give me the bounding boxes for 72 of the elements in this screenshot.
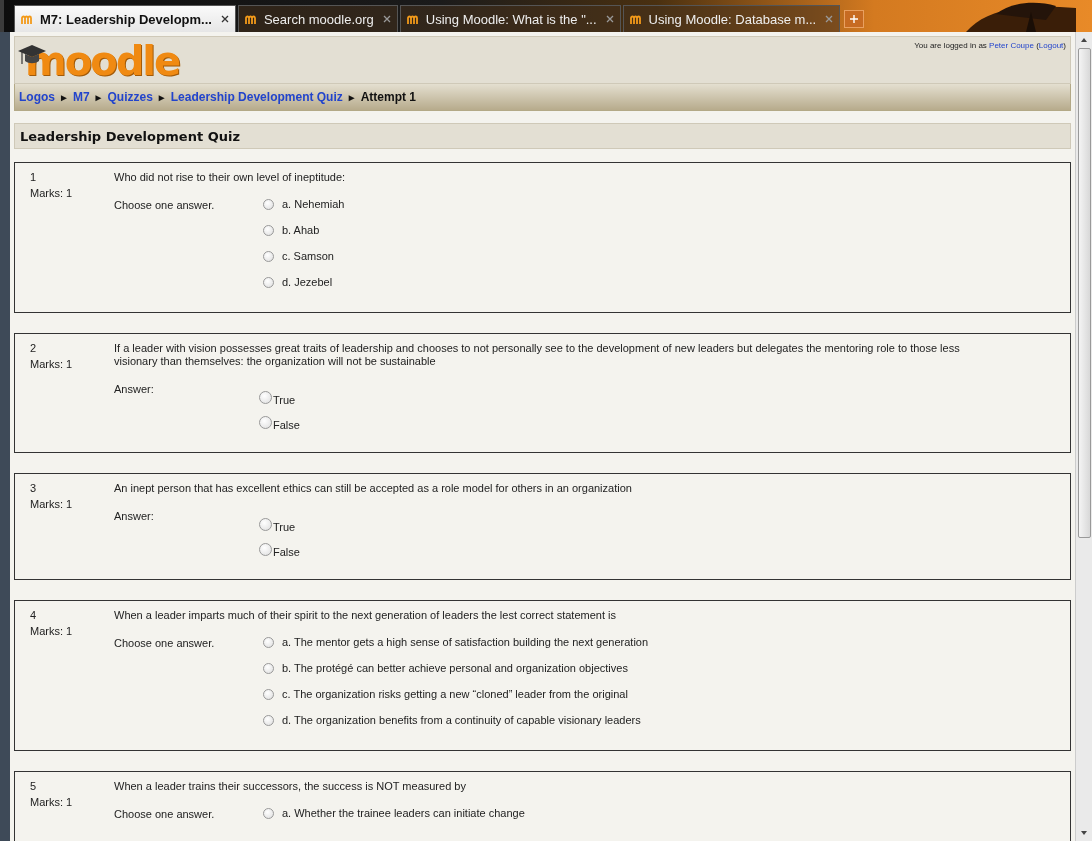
question-text: When a leader trains their successors, the success is NOT measured by (114, 780, 467, 793)
radio-button[interactable] (263, 276, 274, 288)
question-number: 2 (30, 342, 38, 354)
question-marks: Marks: 1 (30, 187, 74, 199)
answer-option[interactable]: b. Ahab (259, 222, 345, 238)
scroll-thumb[interactable] (1077, 48, 1091, 538)
answer-option[interactable]: True (259, 516, 300, 532)
breadcrumb-current: Attempt 1 (360, 90, 417, 104)
question-marks: Marks: 1 (30, 358, 74, 370)
favicon-icon (21, 13, 35, 25)
question-text: Who did not rise to their own level of ineptitude: (114, 171, 347, 184)
radio-button[interactable] (263, 688, 274, 700)
quiz-title: Leadership Development Quiz (14, 123, 1071, 149)
question-number: 4 (30, 609, 38, 621)
separator-arrow: ► (156, 91, 167, 103)
radio-button[interactable] (263, 714, 274, 726)
answer-prompt: Choose one answer. (114, 636, 216, 651)
scrollbar[interactable] (1075, 32, 1092, 841)
answer-option[interactable]: c. The organization risks getting a new “cloned” leader from the original (259, 686, 649, 702)
radio-button[interactable] (259, 390, 272, 404)
answer-prompt: Answer: (114, 509, 155, 524)
answer-option[interactable]: a. Whether the trainee leaders can initiate change (259, 805, 525, 821)
radio-button[interactable] (259, 415, 272, 429)
answer-prompt: Choose one answer. (114, 807, 216, 821)
question-marks: Marks: 1 (30, 796, 74, 808)
radio-button[interactable] (263, 250, 274, 262)
radio-button[interactable] (263, 807, 274, 819)
answer-option[interactable]: b. The protégé can better achieve personal and organization objectives (259, 660, 649, 676)
close-icon[interactable] (605, 15, 614, 23)
radio-button[interactable] (259, 517, 272, 531)
answer-option[interactable]: a. Nehemiah (259, 196, 345, 212)
separator-arrow: ► (93, 91, 104, 103)
question-text: An inept person that has excellent ethics can still be accepted as a role model for others in an organization (114, 482, 633, 495)
favicon-icon (244, 13, 259, 25)
radio-button[interactable] (263, 224, 274, 236)
radio-button[interactable] (259, 542, 272, 556)
answer-option[interactable]: False (259, 414, 300, 430)
breadcrumb-link[interactable]: M7 (72, 90, 90, 104)
browser-tab[interactable]: M7: Leadership Developm... (14, 5, 236, 32)
new-tab-icon[interactable] (844, 10, 865, 28)
question-text: When a leader imparts much of their spirit to the next generation of leaders the lest correct statement is (114, 609, 617, 622)
separator-arrow: ► (59, 91, 69, 103)
close-icon[interactable] (220, 15, 229, 23)
login-info: You are logged in as Peter Coupe (Logout) (914, 40, 1066, 50)
separator-arrow: ► (346, 91, 357, 103)
answer-option[interactable]: False (259, 541, 300, 557)
favicon-icon (406, 13, 421, 25)
answer-option[interactable]: d. The organization benefits from a continuity of capable visionary leaders (259, 712, 649, 728)
browser-tab[interactable]: Search moodle.org (237, 5, 398, 32)
question-marks: Marks: 1 (30, 625, 74, 637)
answer-option[interactable]: d. Jezebel (259, 274, 345, 290)
answer-prompt: Choose one answer. (114, 198, 216, 213)
question-text: If a leader with vision possesses great traits of leadership and chooses to not personally see to the development of new leaders but delegates the mentoring role to those less visionary than themselves: the organization will not be sustainable (114, 342, 961, 368)
close-icon[interactable] (382, 15, 391, 23)
question-number: 5 (30, 780, 38, 792)
answer-option[interactable]: a. The mentor gets a high sense of satisfaction building the next generation (259, 634, 649, 650)
breadcrumb-link[interactable]: Leadership Development Quiz (170, 90, 343, 104)
browser-tab[interactable]: Using Moodle: What is the "... (399, 5, 621, 32)
user-link[interactable]: Peter Coupe (989, 41, 1034, 50)
question-number: 1 (30, 171, 38, 183)
answer-prompt: Answer: (114, 382, 155, 397)
question-number: 3 (30, 482, 38, 494)
browser-tab[interactable]: Using Moodle: Database m... (622, 5, 841, 32)
breadcrumb-link[interactable]: Logos (19, 90, 55, 104)
radio-button[interactable] (263, 198, 274, 210)
question-marks: Marks: 1 (30, 498, 74, 510)
breadcrumb-link[interactable]: Quizzes (107, 90, 153, 104)
answer-option[interactable]: True (259, 389, 300, 405)
radio-button[interactable] (263, 636, 274, 648)
favicon-icon (629, 13, 644, 25)
radio-button[interactable] (263, 662, 274, 674)
answer-option[interactable]: c. Samson (259, 248, 345, 264)
